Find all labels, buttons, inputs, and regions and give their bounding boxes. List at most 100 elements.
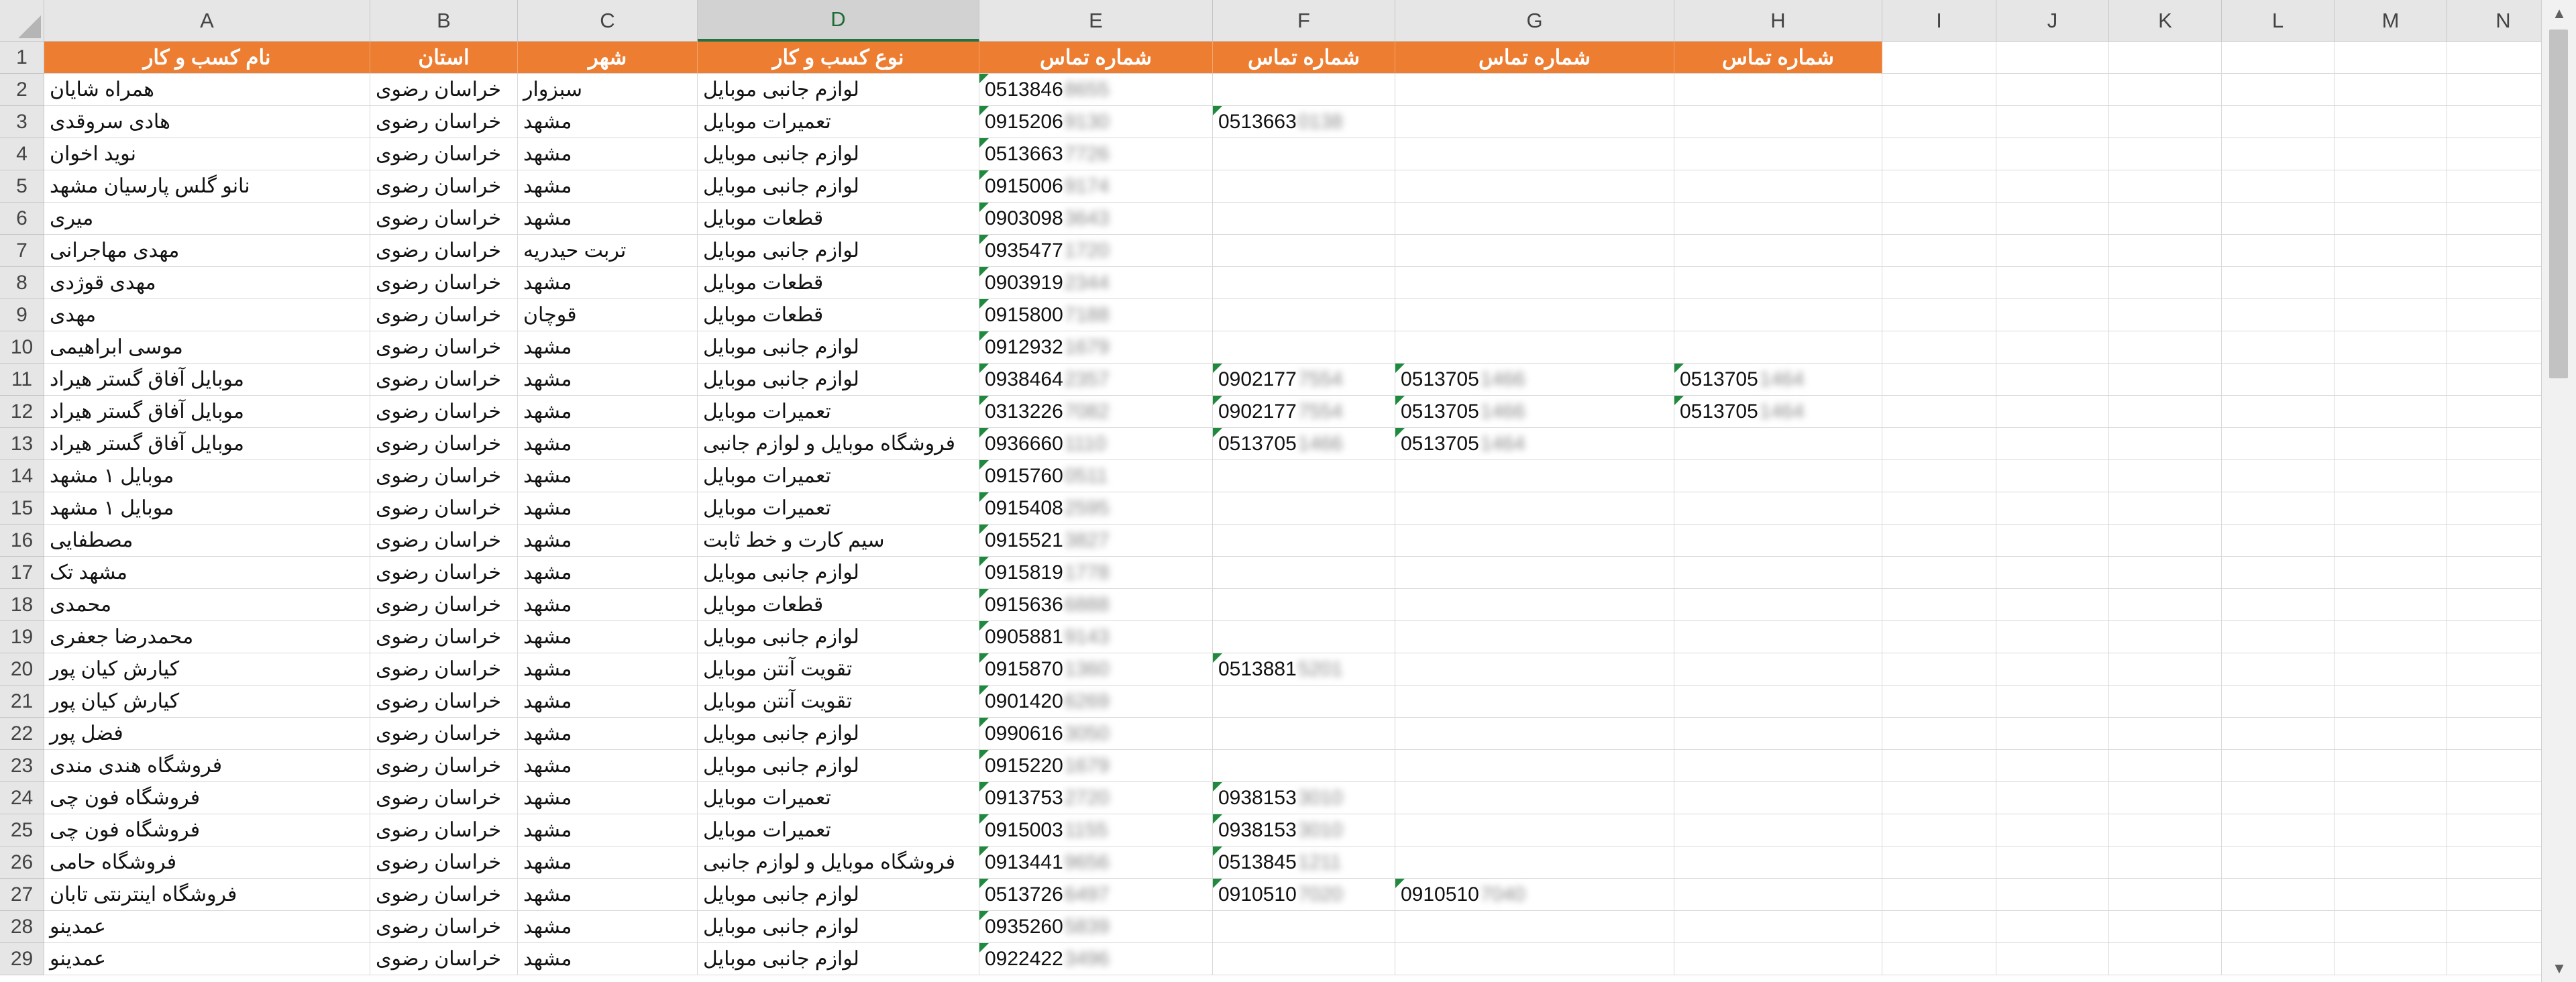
phone-cell[interactable]: [1395, 267, 1674, 299]
empty-cell[interactable]: [2334, 557, 2447, 589]
phone-cell[interactable]: [1213, 750, 1395, 782]
row-header[interactable]: 8: [0, 267, 44, 299]
empty-cell[interactable]: [2109, 686, 2222, 718]
empty-cell[interactable]: [2447, 299, 2541, 331]
phone-cell[interactable]: 09150069174: [979, 170, 1213, 203]
province-cell[interactable]: خراسان رضوی: [370, 460, 518, 492]
phone-cell[interactable]: 09134419656: [979, 847, 1213, 879]
empty-cell[interactable]: [1882, 589, 1996, 621]
row-header[interactable]: 12: [0, 396, 44, 428]
city-cell[interactable]: مشهد: [518, 686, 698, 718]
row-header[interactable]: 7: [0, 235, 44, 267]
city-cell[interactable]: تربت حیدریه: [518, 235, 698, 267]
city-cell[interactable]: مشهد: [518, 557, 698, 589]
phone-cell[interactable]: [1213, 943, 1395, 975]
empty-cell[interactable]: [1996, 364, 2109, 396]
business-name-cell[interactable]: مشهد تک: [44, 557, 370, 589]
business-name-cell[interactable]: موبایل ۱ مشهد: [44, 460, 370, 492]
phone-cell[interactable]: 05136637726: [979, 138, 1213, 170]
phone-cell[interactable]: 09137532720: [979, 782, 1213, 814]
phone-cell[interactable]: 05138815201: [1213, 653, 1395, 686]
phone-cell[interactable]: [1674, 653, 1882, 686]
empty-cell[interactable]: [1996, 74, 2109, 106]
phone-cell[interactable]: [1395, 686, 1674, 718]
phone-cell[interactable]: 09150031155: [979, 814, 1213, 847]
empty-cell[interactable]: [2334, 621, 2447, 653]
empty-cell[interactable]: [1996, 170, 2109, 203]
phone-cell[interactable]: 09105107040: [1395, 879, 1674, 911]
phone-cell[interactable]: 09156366888: [979, 589, 1213, 621]
phone-cell[interactable]: [1674, 525, 1882, 557]
empty-cell[interactable]: [2109, 879, 2222, 911]
phone-cell[interactable]: [1395, 557, 1674, 589]
empty-cell[interactable]: [2334, 460, 2447, 492]
business-type-cell[interactable]: فروشگاه موبایل و لوازم جانبی: [698, 428, 979, 460]
empty-cell[interactable]: [2334, 879, 2447, 911]
phone-cell[interactable]: 09384642357: [979, 364, 1213, 396]
empty-cell[interactable]: [2222, 686, 2334, 718]
column-header-e[interactable]: E: [979, 0, 1213, 42]
empty-cell[interactable]: [2109, 782, 2222, 814]
phone-cell[interactable]: [1213, 267, 1395, 299]
business-type-cell[interactable]: لوازم جانبی موبایل: [698, 331, 979, 364]
header-cell[interactable]: نوع کسب و کار: [698, 42, 979, 74]
phone-cell[interactable]: 09039192344: [979, 267, 1213, 299]
phone-cell[interactable]: 09155213827: [979, 525, 1213, 557]
empty-cell[interactable]: [2334, 74, 2447, 106]
phone-cell[interactable]: 09030983643: [979, 203, 1213, 235]
phone-cell[interactable]: [1674, 879, 1882, 911]
phone-cell[interactable]: 03132267082: [979, 396, 1213, 428]
empty-cell[interactable]: [2222, 396, 2334, 428]
empty-cell[interactable]: [1882, 782, 1996, 814]
phone-cell[interactable]: [1674, 750, 1882, 782]
column-header-n[interactable]: N: [2447, 0, 2541, 42]
phone-cell[interactable]: 09381533010: [1213, 814, 1395, 847]
empty-cell[interactable]: [2222, 460, 2334, 492]
province-cell[interactable]: خراسان رضوی: [370, 492, 518, 525]
phone-cell[interactable]: 05137051464: [1395, 428, 1674, 460]
empty-cell[interactable]: [1882, 492, 1996, 525]
business-name-cell[interactable]: نوید اخوان: [44, 138, 370, 170]
empty-cell[interactable]: [2447, 74, 2541, 106]
city-cell[interactable]: مشهد: [518, 138, 698, 170]
province-cell[interactable]: خراسان رضوی: [370, 621, 518, 653]
empty-cell[interactable]: [2222, 653, 2334, 686]
empty-cell[interactable]: [1882, 943, 1996, 975]
province-cell[interactable]: خراسان رضوی: [370, 331, 518, 364]
phone-cell[interactable]: [1395, 943, 1674, 975]
empty-cell[interactable]: [1996, 589, 2109, 621]
phone-cell[interactable]: [1395, 170, 1674, 203]
empty-cell[interactable]: [1882, 138, 1996, 170]
empty-cell[interactable]: [2447, 525, 2541, 557]
empty-cell[interactable]: [1882, 170, 1996, 203]
empty-cell[interactable]: [1996, 203, 2109, 235]
phone-cell[interactable]: [1674, 106, 1882, 138]
empty-cell[interactable]: [1996, 428, 2109, 460]
empty-cell[interactable]: [1996, 396, 2109, 428]
empty-cell[interactable]: [2222, 782, 2334, 814]
city-cell[interactable]: مشهد: [518, 525, 698, 557]
empty-cell[interactable]: [2447, 428, 2541, 460]
province-cell[interactable]: خراسان رضوی: [370, 653, 518, 686]
empty-cell[interactable]: [2334, 428, 2447, 460]
city-cell[interactable]: مشهد: [518, 911, 698, 943]
empty-cell[interactable]: [1996, 718, 2109, 750]
empty-cell[interactable]: [1996, 267, 2109, 299]
city-cell[interactable]: مشهد: [518, 396, 698, 428]
empty-cell[interactable]: [2222, 299, 2334, 331]
empty-cell[interactable]: [2334, 235, 2447, 267]
empty-cell[interactable]: [2109, 42, 2222, 74]
business-type-cell[interactable]: لوازم جانبی موبایل: [698, 235, 979, 267]
phone-cell[interactable]: [1674, 686, 1882, 718]
city-cell[interactable]: مشهد: [518, 203, 698, 235]
empty-cell[interactable]: [1882, 235, 1996, 267]
empty-cell[interactable]: [1996, 106, 2109, 138]
empty-cell[interactable]: [2334, 943, 2447, 975]
province-cell[interactable]: خراسان رضوی: [370, 686, 518, 718]
phone-cell[interactable]: [1395, 847, 1674, 879]
phone-cell[interactable]: 09154082595: [979, 492, 1213, 525]
empty-cell[interactable]: [1996, 911, 2109, 943]
empty-cell[interactable]: [1996, 557, 2109, 589]
empty-cell[interactable]: [1882, 106, 1996, 138]
business-name-cell[interactable]: فروشگاه فون چی: [44, 782, 370, 814]
